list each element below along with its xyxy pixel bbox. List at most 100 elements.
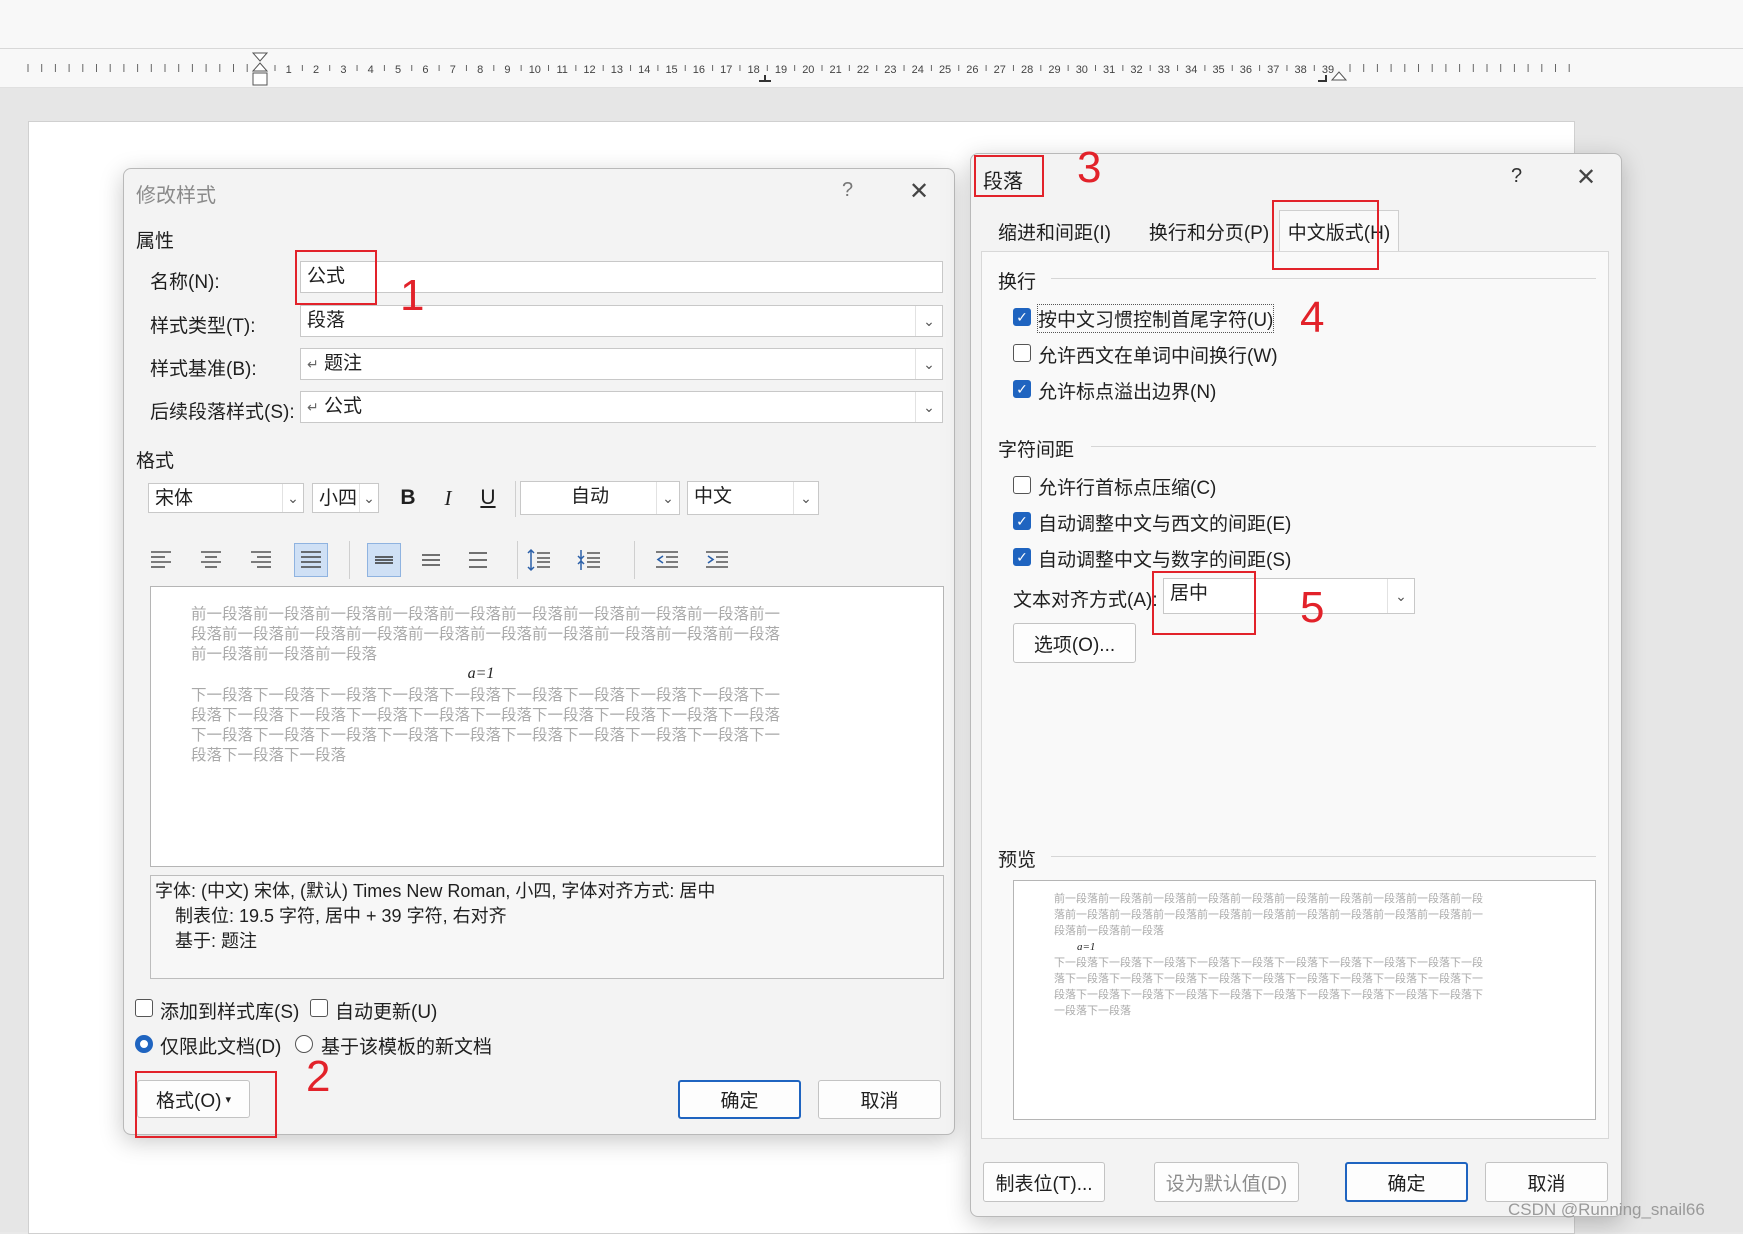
cancel-button[interactable]: 取消	[818, 1080, 941, 1119]
annotation-box-asian-tab	[1272, 200, 1379, 270]
ok-button[interactable]: 确定	[678, 1080, 801, 1119]
ruler-number: 13	[611, 64, 623, 76]
ruler-number: 10	[529, 64, 541, 76]
latin-word-wrap-label: 允许西文在单词中间换行(W)	[1038, 346, 1278, 367]
preview-next-paragraph: 下一段落下一段落下一段落下一段落下一段落下一段落下一段落下一段落下一段落下一段 …	[1054, 955, 1483, 1019]
paragraph-preview-box: 前一段落前一段落前一段落前一段落前一段落前一段落前一段落前一段落前一段落前一段 …	[1013, 880, 1596, 1120]
auto-space-numbers-checkbox[interactable]: ✓	[1013, 548, 1031, 566]
ruler-number: 1	[286, 64, 292, 76]
name-field[interactable]: 公式	[300, 261, 943, 293]
style-type-select[interactable]: 段落 ⌄	[300, 305, 943, 337]
ruler-number: 22	[857, 64, 869, 76]
language-value: 中文	[694, 486, 733, 507]
asian-rules-checkbox[interactable]: ✓	[1013, 308, 1031, 326]
increase-paragraph-spacing-icon[interactable]	[522, 543, 556, 577]
section-divider	[1051, 278, 1596, 279]
annotation-number: 2	[306, 1052, 331, 1101]
preview-line: 段落前一段落前一段落前一段落前一段落前一段落前一段落前一段落前一段落前一段落	[191, 626, 781, 643]
hanging-punctuation-checkbox[interactable]: ✓	[1013, 380, 1031, 398]
font-color-value: 自动	[570, 486, 609, 507]
ruler-number: 18	[748, 64, 760, 76]
decrease-paragraph-spacing-icon[interactable]	[572, 543, 606, 577]
auto-update-checkbox[interactable]	[310, 999, 328, 1017]
language-select[interactable]: 中文 ⌄	[687, 481, 819, 515]
chevron-down-icon[interactable]: ⌄	[1387, 579, 1414, 613]
font-select[interactable]: 宋体 ⌄	[148, 483, 304, 513]
preview-line: 段落下一段落下一段落	[191, 747, 347, 764]
preview-section-label: 预览	[998, 850, 1037, 871]
tab-line-page-breaks[interactable]: 换行和分页(P)	[1133, 212, 1285, 250]
increase-indent-icon[interactable]	[700, 543, 734, 577]
double-spacing-icon[interactable]	[461, 543, 495, 577]
underline-button[interactable]: U	[471, 481, 505, 515]
align-center-icon[interactable]	[194, 543, 228, 577]
close-icon[interactable]: ✕	[1576, 163, 1596, 193]
center-tab-stop-icon[interactable]	[759, 75, 771, 82]
chevron-down-icon[interactable]: ⌄	[915, 349, 942, 379]
chevron-down-icon[interactable]: ⌄	[793, 482, 818, 514]
tab-indent-spacing[interactable]: 缩进和间距(I)	[981, 212, 1128, 250]
chevron-down-icon[interactable]: ⌄	[656, 482, 679, 514]
style-base-value: 题注	[324, 353, 363, 374]
annotation-box-dialog-title	[974, 155, 1044, 197]
justify-icon[interactable]	[294, 543, 328, 577]
new-documents-template-radio[interactable]	[295, 1035, 313, 1053]
ruler-number: 33	[1158, 64, 1170, 76]
next-style-label: 后续段落样式(S):	[150, 402, 295, 423]
chevron-down-icon[interactable]: ⌄	[915, 306, 942, 336]
chevron-down-icon[interactable]: ⌄	[282, 484, 303, 512]
add-to-gallery-checkbox[interactable]	[135, 999, 153, 1017]
ruler-number: 26	[966, 64, 978, 76]
ruler-number: 31	[1103, 64, 1115, 76]
chevron-down-icon[interactable]: ⌄	[915, 392, 942, 422]
chevron-down-icon[interactable]: ⌄	[359, 484, 378, 512]
preview-line: 段落下一段落下一段落下一段落下一段落下一段落下一段落下一段落下一段落下一段落下	[1054, 989, 1483, 1001]
description-line: 字体: (中文) 宋体, (默认) Times New Roman, 小四, 字…	[155, 881, 716, 901]
ruler-number: 7	[450, 64, 456, 76]
ruler-number: 38	[1295, 64, 1307, 76]
annotation-box-format-button	[135, 1071, 277, 1138]
compress-punctuation-checkbox[interactable]	[1013, 476, 1031, 494]
align-left-icon[interactable]	[144, 543, 178, 577]
indent-marker-icon[interactable]	[251, 52, 269, 86]
single-spacing-icon[interactable]	[367, 543, 401, 577]
hanging-punctuation-label: 允许标点溢出边界(N)	[1038, 382, 1217, 403]
font-size-select[interactable]: 小四 ⌄	[312, 483, 379, 513]
help-icon[interactable]: ?	[1511, 165, 1522, 188]
style-type-label: 样式类型(T):	[150, 316, 256, 337]
close-icon[interactable]: ✕	[909, 177, 929, 207]
italic-button[interactable]: I	[431, 481, 465, 515]
annotation-box-name-field	[295, 250, 377, 305]
preview-line: 段落前一段落前一段落	[1054, 925, 1164, 937]
one-half-spacing-icon[interactable]	[414, 543, 448, 577]
style-base-select[interactable]: ↵ 题注 ⌄	[300, 348, 943, 380]
cancel-button[interactable]: 取消	[1485, 1162, 1608, 1202]
align-right-icon[interactable]	[244, 543, 278, 577]
bold-button[interactable]: B	[391, 481, 425, 515]
ruler-number: 35	[1212, 64, 1224, 76]
ruler-number: 27	[994, 64, 1006, 76]
tabs-button[interactable]: 制表位(T)...	[983, 1162, 1105, 1202]
only-this-document-radio[interactable]	[135, 1035, 153, 1053]
font-color-select[interactable]: 自动 ⌄	[520, 481, 680, 515]
ok-button[interactable]: 确定	[1345, 1162, 1468, 1202]
latin-word-wrap-checkbox[interactable]	[1013, 344, 1031, 362]
add-to-gallery-label: 添加到样式库(S)	[160, 1002, 300, 1023]
options-button[interactable]: 选项(O)...	[1013, 623, 1136, 663]
ruler-number: 3	[340, 64, 346, 76]
ruler-number: 14	[638, 64, 650, 76]
decrease-indent-icon[interactable]	[650, 543, 684, 577]
set-default-button[interactable]: 设为默认值(D)	[1154, 1162, 1299, 1202]
section-divider	[1091, 446, 1596, 447]
ruler-number: 21	[830, 64, 842, 76]
preview-line: 落下一段落下一段落下一段落下一段落下一段落下一段落下一段落下一段落下一段落下一	[1054, 973, 1483, 985]
help-icon[interactable]: ?	[842, 179, 853, 202]
name-label: 名称(N):	[150, 272, 220, 293]
horizontal-ruler[interactable]: 1 2 3 4 5 6 7 8 9 10 11 12 13 14 15 16 17 18 19 20 21 22 23 24 2…	[0, 49, 1743, 88]
auto-space-latin-checkbox[interactable]: ✓	[1013, 512, 1031, 530]
ruler-number: 9	[504, 64, 510, 76]
preview-previous-paragraph: 前一段落前一段落前一段落前一段落前一段落前一段落前一段落前一段落前一段落前一 段…	[191, 605, 780, 665]
toolbar-divider	[515, 481, 516, 517]
auto-space-numbers-label: 自动调整中文与数字的间距(S)	[1038, 550, 1292, 571]
next-style-select[interactable]: ↵ 公式 ⌄	[300, 391, 943, 423]
